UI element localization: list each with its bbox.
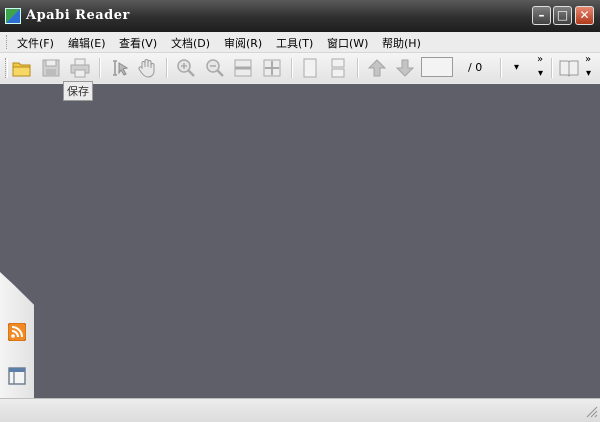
save-icon[interactable] [40, 57, 62, 79]
book-icon[interactable] [558, 57, 580, 79]
zoom-out-icon[interactable] [204, 57, 226, 79]
menu-edit[interactable]: 编辑(E) [68, 35, 106, 51]
status-bar [0, 398, 600, 422]
menu-tools[interactable]: 工具(T) [276, 35, 313, 51]
continuous-page-icon[interactable] [327, 57, 349, 79]
menu-file[interactable]: 文件(F) [17, 35, 54, 51]
toolbar-overflow-button-2[interactable]: » [585, 54, 591, 65]
toolbar-separator [551, 58, 553, 78]
toolbar-overflow-dropdown-2[interactable]: ▾ [586, 68, 591, 79]
close-button[interactable]: ✕ [575, 6, 594, 25]
fit-page-icon[interactable] [261, 57, 283, 79]
toolbar-dropdown-button[interactable]: ▾ [514, 62, 519, 73]
menu-window[interactable]: 窗口(W) [327, 35, 368, 51]
document-area[interactable] [0, 84, 600, 398]
save-tooltip: 保存 [63, 81, 93, 101]
menu-help[interactable]: 帮助(H) [382, 35, 421, 51]
single-page-icon[interactable] [299, 57, 321, 79]
menubar-grip[interactable] [6, 35, 9, 49]
menu-bar: 文件(F) 编辑(E) 查看(V) 文档(D) 审阅(R) 工具(T) 窗口(W… [0, 32, 600, 53]
app-window: Apabi Reader – □ ✕ 文件(F) 编辑(E) 查看(V) 文档(… [0, 0, 600, 422]
toolbar-overflow-dropdown[interactable]: ▾ [538, 68, 543, 79]
toolbar-separator [291, 58, 293, 78]
toolbar-grip[interactable] [5, 58, 8, 78]
next-page-icon[interactable] [394, 57, 416, 79]
page-total-label: / 0 [468, 61, 483, 74]
window-title: Apabi Reader [26, 8, 130, 23]
title-bar[interactable]: Apabi Reader – □ ✕ [0, 0, 600, 32]
panel-layout-icon[interactable] [8, 367, 26, 385]
page-number-input[interactable] [421, 57, 453, 77]
menu-document[interactable]: 文档(D) [171, 35, 210, 51]
toolbar-separator [99, 58, 101, 78]
menu-view[interactable]: 查看(V) [119, 35, 157, 51]
minimize-button[interactable]: – [532, 6, 551, 25]
menu-review[interactable]: 审阅(R) [224, 35, 262, 51]
hand-tool-icon[interactable] [136, 57, 158, 79]
toolbar-separator [500, 58, 502, 78]
toolbar-overflow-button[interactable]: » [537, 54, 543, 65]
print-icon[interactable] [69, 57, 91, 79]
toolbar-separator [357, 58, 359, 78]
apabi-logo-icon [5, 8, 21, 24]
resize-grip-icon[interactable] [584, 404, 598, 418]
zoom-in-icon[interactable] [175, 57, 197, 79]
previous-page-icon[interactable] [366, 57, 388, 79]
toolbar: / 0 ▾ » ▾ » ▾ [0, 53, 600, 83]
maximize-button[interactable]: □ [553, 6, 572, 25]
toolbar-separator [166, 58, 168, 78]
select-text-icon[interactable] [108, 57, 130, 79]
open-folder-icon[interactable] [11, 57, 33, 79]
fit-width-icon[interactable] [232, 57, 254, 79]
rss-icon[interactable] [8, 323, 26, 341]
